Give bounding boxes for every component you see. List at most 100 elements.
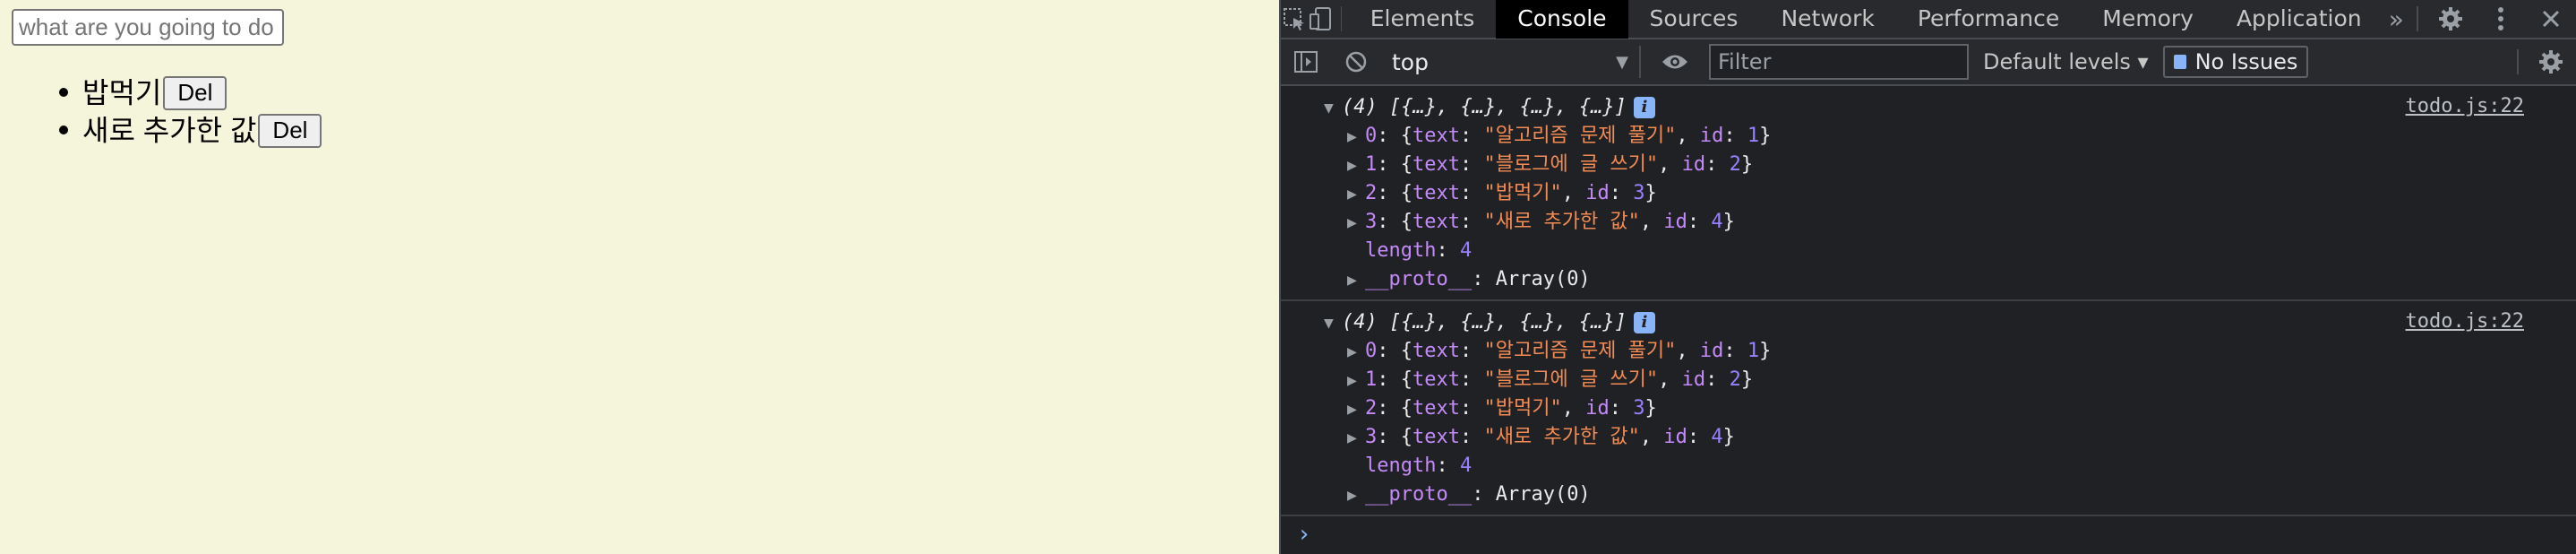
collapse-triangle-icon[interactable]: ▶: [1347, 395, 1365, 424]
live-expression-eye-icon[interactable]: [1650, 42, 1700, 82]
divider: [2417, 6, 2418, 31]
dropdown-arrow-icon: ▼: [1616, 52, 1628, 72]
context-value: top: [1392, 48, 1429, 75]
collapse-triangle-icon[interactable]: ▶: [1347, 367, 1365, 395]
array-entry[interactable]: ▶ 1: {text: "블로그에 글 쓰기", id: 2}: [1281, 151, 2576, 179]
todo-item-text: 새로 추가한 값: [82, 114, 257, 147]
tab-network[interactable]: Network: [1759, 0, 1895, 39]
console-prompt[interactable]: ›: [1281, 516, 2576, 552]
console-settings-gear-icon[interactable]: [2526, 42, 2576, 82]
close-icon[interactable]: [2526, 0, 2576, 39]
todo-list: 밥먹기Del 새로 추가한 값Del: [0, 72, 322, 148]
entry-index: 1: [1365, 368, 1378, 391]
collapse-triangle-icon[interactable]: ▶: [1347, 123, 1365, 151]
log-levels-dropdown[interactable]: Default levels ▾: [1983, 49, 2149, 74]
console-message: ▼ (4) [{…}, {…}, {…}, {…}] i todo.js:22 ▶ 0…: [1281, 86, 2576, 301]
info-icon[interactable]: i: [1633, 312, 1655, 333]
entry-index: 0: [1365, 125, 1378, 147]
issues-button[interactable]: No Issues: [2162, 46, 2309, 78]
entry-text: 새로 추가한 값: [1495, 426, 1628, 448]
array-entry[interactable]: ▶ 1: {text: "블로그에 글 쓰기", id: 2}: [1281, 366, 2576, 394]
proto-value: Array(0): [1495, 483, 1591, 506]
entry-text: 밥먹기: [1495, 182, 1550, 204]
divider: [1340, 6, 1342, 31]
devtools-tabbar: Elements Console Sources Network Perform…: [1281, 0, 2576, 39]
collapse-triangle-icon[interactable]: ▶: [1347, 338, 1365, 367]
todo-item-text: 밥먹기: [82, 76, 162, 109]
array-entry[interactable]: ▶ 3: {text: "새로 추가한 값", id: 4}: [1281, 423, 2576, 452]
entry-index: 3: [1365, 426, 1378, 448]
web-page: 밥먹기Del 새로 추가한 값Del: [0, 0, 1279, 554]
entry-index: 2: [1365, 182, 1378, 204]
tab-console[interactable]: Console: [1496, 0, 1628, 39]
source-link[interactable]: todo.js:22: [2406, 95, 2524, 117]
tab-application[interactable]: Application: [2215, 0, 2383, 39]
entry-id: 1: [1747, 340, 1760, 362]
entry-text: 블로그에 글 쓰기: [1495, 153, 1646, 176]
proto-key: __proto__: [1365, 268, 1473, 290]
proto-key: __proto__: [1365, 483, 1473, 506]
tab-memory[interactable]: Memory: [2081, 0, 2215, 39]
settings-gear-icon[interactable]: [2426, 0, 2476, 39]
entry-text: 블로그에 글 쓰기: [1495, 368, 1646, 391]
tab-performance[interactable]: Performance: [1896, 0, 2081, 39]
array-entry[interactable]: ▶ 0: {text: "알고리즘 문제 풀기", id: 1}: [1281, 337, 2576, 366]
device-toolbar-icon[interactable]: [1307, 0, 1333, 39]
entry-id: 4: [1711, 426, 1723, 448]
array-length: length: 4: [1365, 239, 1473, 262]
filter-input[interactable]: [1709, 44, 1969, 80]
array-proto[interactable]: ▶ __proto__: Array(0): [1281, 480, 2576, 509]
info-icon[interactable]: i: [1633, 97, 1655, 118]
array-summary-text: (4) [{…}, {…}, {…}, {…}]: [1342, 96, 1627, 118]
collapse-triangle-icon[interactable]: ▶: [1347, 424, 1365, 453]
delete-button[interactable]: Del: [258, 113, 322, 148]
collapse-triangle-icon[interactable]: ▶: [1347, 481, 1365, 510]
delete-button[interactable]: Del: [163, 75, 228, 110]
array-entry[interactable]: ▶ 3: {text: "새로 추가한 값", id: 4}: [1281, 208, 2576, 237]
todo-input[interactable]: [12, 9, 284, 46]
collapse-triangle-icon[interactable]: ▶: [1347, 180, 1365, 209]
tab-elements[interactable]: Elements: [1349, 0, 1497, 39]
array-entry[interactable]: ▶ 0: {text: "알고리즘 문제 풀기", id: 1}: [1281, 122, 2576, 151]
issues-flag-icon: [2173, 55, 2186, 69]
array-entry[interactable]: ▶ 2: {text: "밥먹기", id: 3}: [1281, 179, 2576, 208]
length-value: 4: [1459, 239, 1473, 262]
collapse-triangle-icon[interactable]: ▶: [1347, 151, 1365, 180]
todo-item: 새로 추가한 값Del: [82, 109, 322, 148]
context-select[interactable]: top ▼: [1381, 46, 1641, 78]
inspect-element-icon[interactable]: [1281, 0, 1307, 39]
entry-index: 3: [1365, 211, 1378, 233]
console-toolbar: top ▼ Default levels ▾ No Issues: [1281, 39, 2576, 86]
todo-item: 밥먹기Del: [82, 72, 322, 110]
length-key: length: [1365, 239, 1437, 262]
more-tabs-icon[interactable]: »: [2383, 0, 2409, 39]
array-length: length: 4: [1365, 454, 1473, 477]
source-link[interactable]: todo.js:22: [2406, 310, 2524, 333]
tab-sources[interactable]: Sources: [1628, 0, 1760, 39]
sidebar-toggle-icon[interactable]: [1281, 42, 1331, 82]
length-value: 4: [1459, 454, 1473, 477]
entry-index: 0: [1365, 340, 1378, 362]
entry-index: 2: [1365, 397, 1378, 420]
entry-id: 1: [1747, 125, 1760, 147]
clear-console-icon[interactable]: [1331, 42, 1381, 82]
entry-id: 3: [1633, 182, 1645, 204]
issues-label: No Issues: [2194, 49, 2298, 74]
kebab-menu-icon[interactable]: [2476, 0, 2526, 39]
array-summary[interactable]: ▼ (4) [{…}, {…}, {…}, {…}] i: [1281, 308, 2576, 337]
console-message: ▼ (4) [{…}, {…}, {…}, {…}] i todo.js:22 ▶ 0…: [1281, 301, 2576, 516]
collapse-triangle-icon[interactable]: ▶: [1347, 209, 1365, 238]
entry-text: 밥먹기: [1495, 397, 1550, 420]
array-summary[interactable]: ▼ (4) [{…}, {…}, {…}, {…}] i: [1281, 93, 2576, 122]
entry-id: 2: [1729, 368, 1741, 391]
expand-triangle-icon[interactable]: ▼: [1324, 94, 1342, 123]
console-output: ▼ (4) [{…}, {…}, {…}, {…}] i todo.js:22 ▶ 0…: [1281, 86, 2576, 552]
entry-index: 1: [1365, 153, 1378, 176]
divider: [2517, 49, 2519, 74]
entry-id: 3: [1633, 397, 1645, 420]
collapse-triangle-icon[interactable]: ▶: [1347, 266, 1365, 295]
proto-value: Array(0): [1495, 268, 1591, 290]
array-proto[interactable]: ▶ __proto__: Array(0): [1281, 265, 2576, 294]
array-entry[interactable]: ▶ 2: {text: "밥먹기", id: 3}: [1281, 394, 2576, 423]
expand-triangle-icon[interactable]: ▼: [1324, 309, 1342, 338]
